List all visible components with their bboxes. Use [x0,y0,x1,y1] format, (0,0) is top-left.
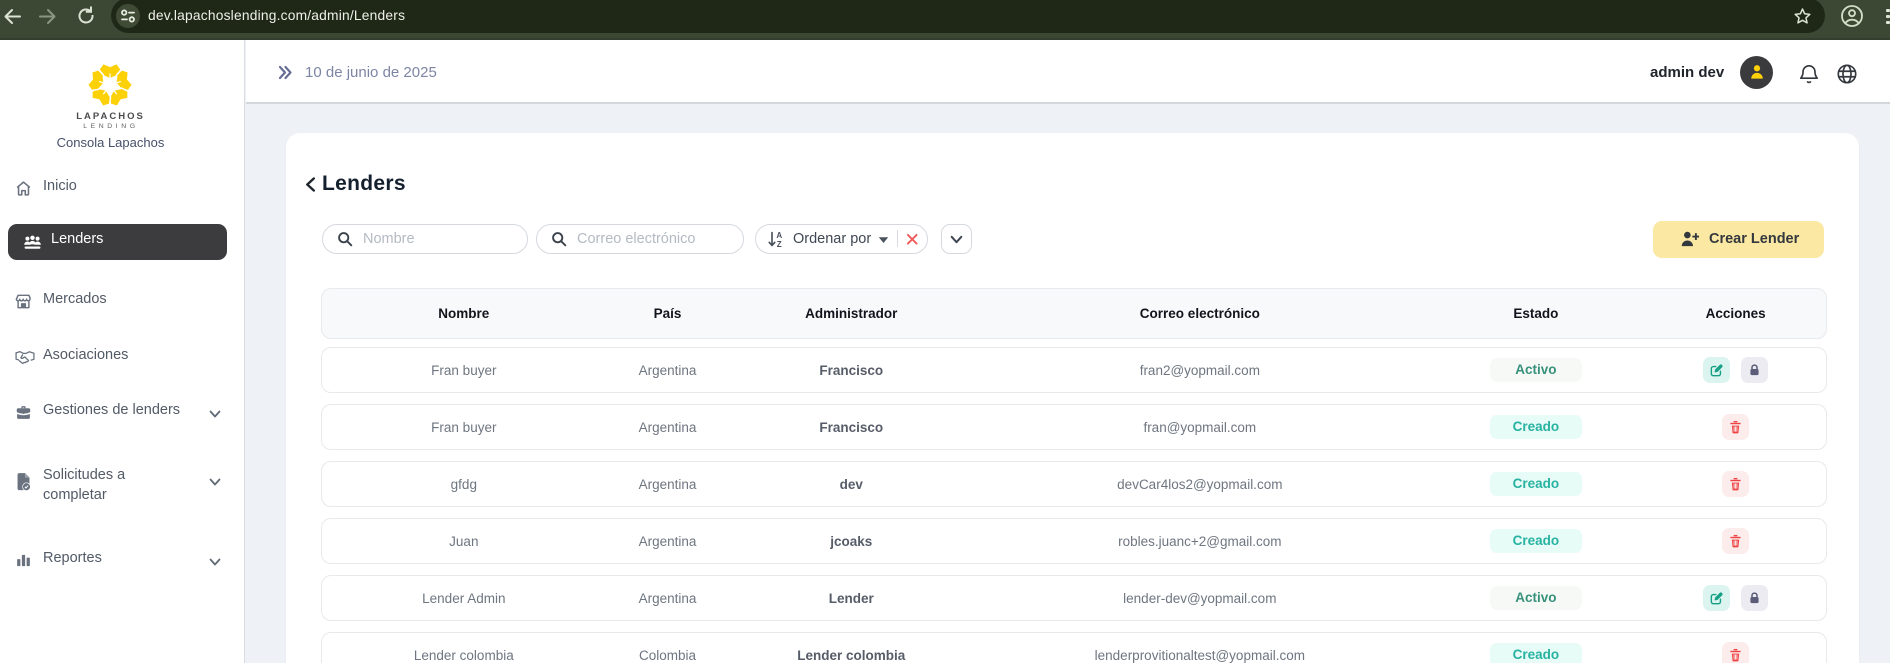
svg-text:A: A [776,231,782,240]
svg-text:Z: Z [777,240,782,248]
